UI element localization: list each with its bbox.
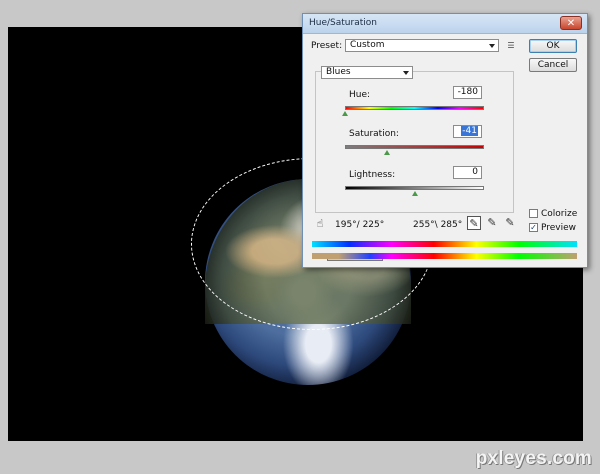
eyedropper-plus-icon[interactable]: ✎ [485,216,499,230]
saturation-label: Saturation: [349,129,399,139]
watermark: pxleyes.com [475,448,592,469]
cancel-button[interactable]: Cancel [529,58,577,72]
lightness-value: 0 [472,167,478,177]
preset-select[interactable]: Custom [345,39,499,52]
lightness-slider-thumb[interactable] [411,191,418,196]
hue-saturation-dialog: Hue/Saturation ✕ Preset: Custom ☰ OK Can… [302,13,588,268]
preset-label: Preset: [311,41,343,51]
chevron-down-icon [489,44,495,48]
hand-adjust-icon[interactable]: ☝ [313,217,327,231]
saturation-slider-track[interactable] [345,145,484,149]
hue-slider-thumb[interactable] [342,111,348,116]
lightness-input[interactable]: 0 [453,166,482,179]
lightness-slider-track[interactable] [345,186,484,190]
list-menu-icon[interactable]: ☰ [506,41,516,50]
saturation-input[interactable]: -41 [453,125,482,138]
saturation-slider-thumb[interactable] [383,150,390,155]
hue-slider-track[interactable] [345,106,484,110]
eyedropper-icon[interactable]: ✎ [467,216,481,230]
colorize-checkbox[interactable] [529,209,538,218]
preview-label: Preview [541,223,577,233]
hue-input[interactable]: -180 [453,86,482,99]
channel-value: Blues [326,67,351,77]
hue-value: -180 [457,87,478,97]
channel-select[interactable]: Blues [321,66,413,79]
range-right-readout: 255°\ 285° [413,220,463,230]
saturation-value: -41 [461,126,478,136]
preview-checkbox[interactable]: ✓ [529,223,538,232]
colorize-label: Colorize [541,209,578,219]
dialog-titlebar[interactable]: Hue/Saturation ✕ [303,14,587,34]
close-button[interactable]: ✕ [560,16,582,30]
lightness-label: Lightness: [349,170,396,180]
eyedropper-minus-icon[interactable]: ✎ [503,216,517,230]
preset-value: Custom [350,40,385,50]
source-color-bar [312,241,577,247]
range-left-readout: 195°/ 225° [335,220,385,230]
dialog-title: Hue/Saturation [309,18,377,28]
chevron-down-icon [403,71,409,75]
ok-button[interactable]: OK [529,39,577,53]
hue-label: Hue: [349,90,371,100]
result-color-bar [312,253,577,259]
